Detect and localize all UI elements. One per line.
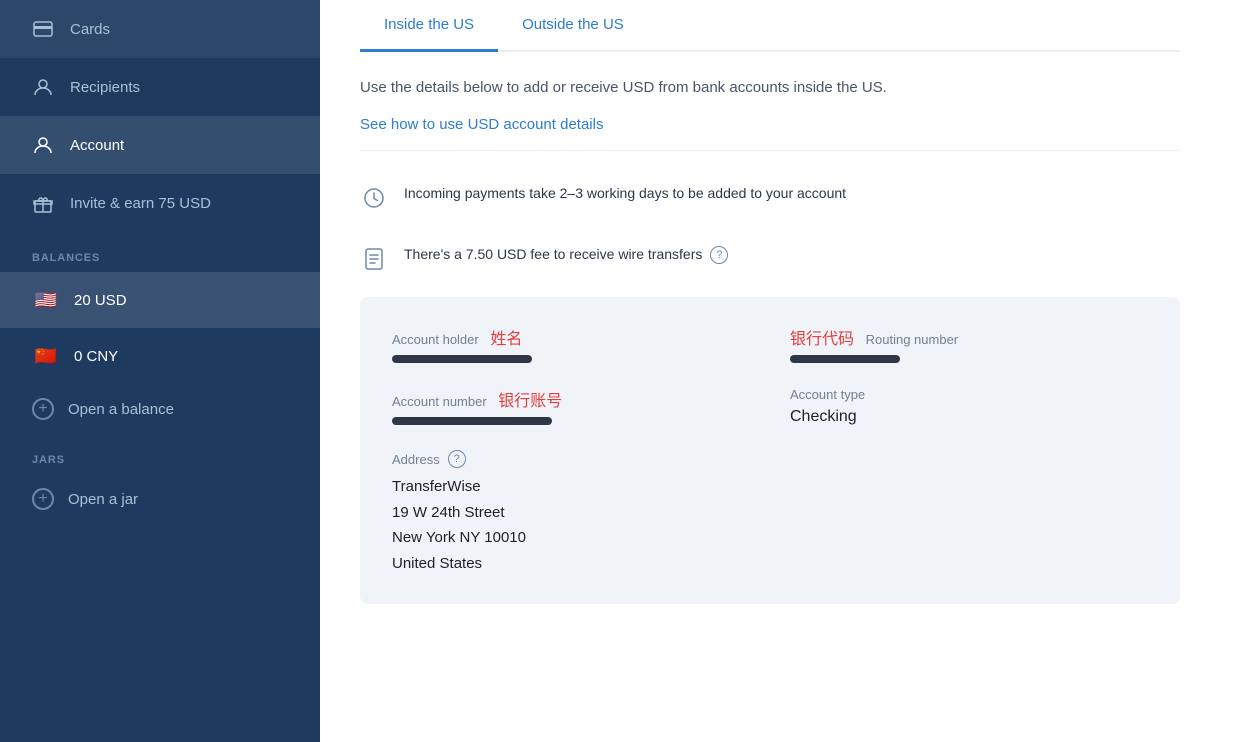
sidebar-item-cards[interactable]: Cards bbox=[0, 0, 320, 58]
sidebar-item-recipients-label: Recipients bbox=[70, 79, 140, 96]
sidebar-item-cards-label: Cards bbox=[70, 21, 110, 38]
address-line3: New York NY 10010 bbox=[392, 525, 1148, 551]
cny-amount: 0 CNY bbox=[74, 348, 118, 365]
sidebar: Cards Recipients Account bbox=[0, 0, 320, 742]
info-row-working-days: Incoming payments take 2–3 working days … bbox=[360, 167, 1180, 228]
sidebar-item-account-label: Account bbox=[70, 137, 124, 154]
account-holder-value bbox=[392, 355, 750, 363]
account-type-label: Account type bbox=[790, 387, 1148, 402]
open-jar-item[interactable]: + Open a jar bbox=[0, 474, 320, 524]
account-holder-field: Account holder 姓名 bbox=[392, 325, 750, 363]
address-line4: United States bbox=[392, 551, 1148, 577]
divider-1 bbox=[360, 150, 1180, 151]
account-icon bbox=[32, 134, 54, 156]
routing-number-cn-annotation: 银行代码 bbox=[790, 331, 854, 348]
routing-number-field: 银行代码 Routing number bbox=[790, 325, 1148, 363]
card-icon bbox=[32, 18, 54, 40]
sidebar-item-invite[interactable]: Invite & earn 75 USD bbox=[0, 174, 320, 232]
cny-flag: 🇨🇳 bbox=[32, 342, 60, 370]
account-details-grid: Account holder 姓名 银行代码 Routing number bbox=[392, 325, 1148, 576]
routing-number-redacted bbox=[790, 355, 900, 363]
account-number-cn-annotation: 银行账号 bbox=[498, 393, 562, 410]
balance-item-usd[interactable]: 🇺🇸 20 USD bbox=[0, 272, 320, 328]
open-balance-item[interactable]: + Open a balance bbox=[0, 384, 320, 434]
recipients-icon bbox=[32, 76, 54, 98]
balances-section-label: Balances bbox=[0, 232, 320, 272]
account-holder-label: Account holder 姓名 bbox=[392, 325, 750, 349]
account-holder-redacted bbox=[392, 355, 532, 363]
account-number-value bbox=[392, 417, 750, 425]
account-type-field: Account type Checking bbox=[790, 387, 1148, 426]
usd-amount: 20 USD bbox=[74, 292, 127, 309]
open-balance-plus-icon: + bbox=[32, 398, 54, 420]
sidebar-item-recipients[interactable]: Recipients bbox=[0, 58, 320, 116]
account-type-value: Checking bbox=[790, 408, 1148, 426]
account-number-label: Account number 银行账号 bbox=[392, 387, 750, 411]
how-to-use-link[interactable]: See how to use USD account details bbox=[360, 116, 603, 133]
usd-flag: 🇺🇸 bbox=[32, 286, 60, 314]
open-balance-label: Open a balance bbox=[68, 401, 174, 418]
address-help-icon[interactable]: ? bbox=[448, 450, 466, 468]
gift-icon bbox=[32, 192, 54, 214]
working-days-text: Incoming payments take 2–3 working days … bbox=[404, 183, 846, 204]
wire-fee-text: There's a 7.50 USD fee to receive wire t… bbox=[404, 244, 728, 265]
routing-number-label: 银行代码 Routing number bbox=[790, 325, 1148, 349]
account-number-field: Account number 银行账号 bbox=[392, 387, 750, 426]
address-label: Address ? bbox=[392, 450, 1148, 468]
routing-number-value bbox=[790, 355, 1148, 363]
jars-section-label: Jars bbox=[0, 434, 320, 474]
clock-icon bbox=[360, 184, 388, 212]
account-holder-cn-annotation: 姓名 bbox=[490, 331, 522, 348]
description-text: Use the details below to add or receive … bbox=[360, 52, 1180, 116]
account-number-redacted bbox=[392, 417, 552, 425]
sidebar-item-account[interactable]: Account bbox=[0, 116, 320, 174]
open-jar-plus-icon: + bbox=[32, 488, 54, 510]
sidebar-item-invite-label: Invite & earn 75 USD bbox=[70, 195, 211, 212]
address-value: TransferWise 19 W 24th Street New York N… bbox=[392, 474, 1148, 576]
wire-fee-help-icon[interactable]: ? bbox=[710, 246, 728, 264]
main-content: Inside the US Outside the US Use the det… bbox=[320, 0, 1258, 742]
tab-inside-us[interactable]: Inside the US bbox=[360, 0, 498, 52]
open-jar-label: Open a jar bbox=[68, 491, 138, 508]
address-line1: TransferWise bbox=[392, 474, 1148, 500]
info-row-wire-fee: There's a 7.50 USD fee to receive wire t… bbox=[360, 228, 1180, 289]
tab-outside-us[interactable]: Outside the US bbox=[498, 0, 648, 52]
address-line2: 19 W 24th Street bbox=[392, 500, 1148, 526]
tabs-bar: Inside the US Outside the US bbox=[360, 0, 1180, 52]
balance-item-cny[interactable]: 🇨🇳 0 CNY bbox=[0, 328, 320, 384]
address-field: Address ? TransferWise 19 W 24th Street … bbox=[392, 450, 1148, 576]
account-details-card: Account holder 姓名 银行代码 Routing number bbox=[360, 297, 1180, 604]
doc-icon bbox=[360, 245, 388, 273]
